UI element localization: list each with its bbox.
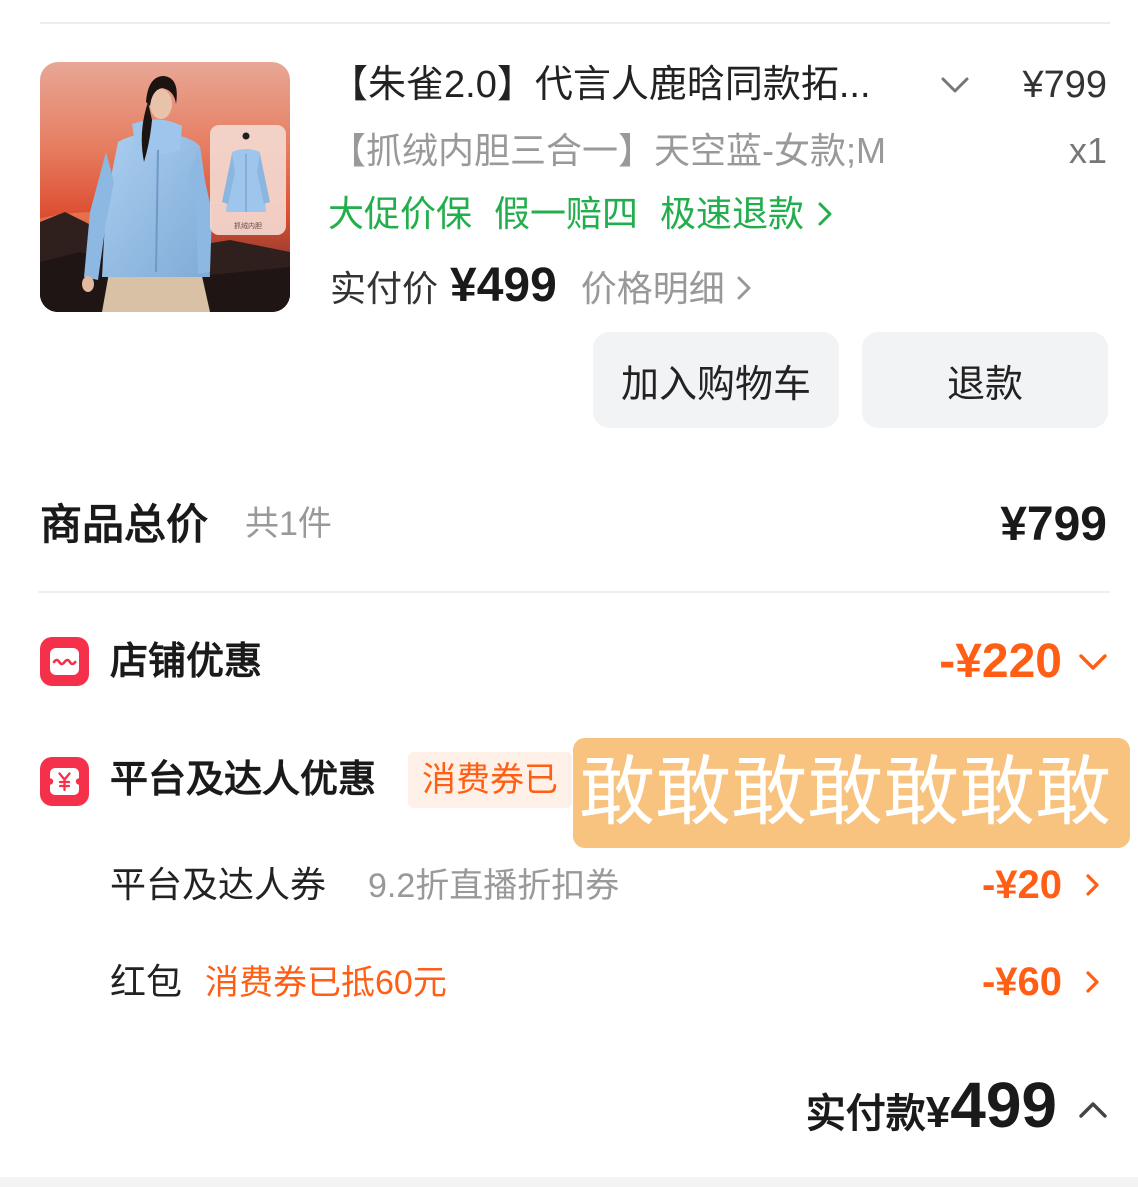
product-title[interactable]: 【朱雀2.0】代言人鹿晗同款拓... bbox=[330, 60, 922, 110]
total-price-value: ¥799 bbox=[1000, 498, 1107, 551]
chevron-right-icon bbox=[818, 202, 832, 226]
store-discount-label: 店铺优惠 bbox=[110, 641, 263, 683]
store-discount-toggle[interactable]: -¥220 bbox=[939, 632, 1107, 692]
chevron-right-icon bbox=[1086, 971, 1099, 993]
order-detail-page: 抓绒内胆 【朱雀2.0】代言人鹿晗同款拓... ¥799 【抓绒内胆三合一】天空… bbox=[0, 0, 1138, 1187]
red-packet-link[interactable]: -¥60 bbox=[982, 957, 1107, 1007]
product-image[interactable]: 抓绒内胆 bbox=[40, 62, 290, 312]
service-item: 假一赔四 bbox=[494, 193, 639, 234]
paid-price-row: 实付价 ¥499 价格明细 bbox=[330, 256, 753, 319]
chevron-right-icon[interactable] bbox=[735, 273, 753, 303]
refund-button[interactable]: 退款 bbox=[862, 332, 1108, 428]
platform-discount-label: 平台及达人优惠 bbox=[110, 759, 377, 801]
paid-price-label: 实付价 bbox=[330, 268, 439, 309]
total-price-label: 商品总价 bbox=[40, 501, 209, 548]
paid-price-value: ¥499 bbox=[450, 259, 557, 312]
platform-coupon-link[interactable]: -¥20 bbox=[982, 860, 1107, 910]
final-paid-label: 实付款 bbox=[805, 1092, 926, 1136]
voucher-badge: 消费券已 bbox=[408, 752, 572, 808]
red-packet-value: -¥60 bbox=[981, 960, 1062, 1004]
store-icon bbox=[40, 637, 89, 686]
final-paid-row[interactable]: 实付款 ¥ 499 bbox=[806, 1070, 1107, 1149]
summary-divider bbox=[38, 591, 1110, 593]
red-packet-desc: 消费券已抵60元 bbox=[205, 964, 447, 1002]
add-to-cart-button[interactable]: 加入购物车 bbox=[593, 332, 839, 428]
service-guarantees[interactable]: 大促价保 假一赔四 极速退款 bbox=[328, 189, 834, 239]
chevron-right-icon bbox=[1086, 874, 1099, 896]
product-quantity: x1 bbox=[1068, 130, 1107, 171]
chevron-up-icon[interactable] bbox=[1057, 1090, 1107, 1130]
inset-caption: 抓绒内胆 bbox=[234, 221, 262, 230]
product-sku: 【抓绒内胆三合一】天空蓝-女款;M bbox=[330, 130, 886, 171]
chevron-down-icon[interactable] bbox=[938, 70, 972, 100]
platform-coupon-value: -¥20 bbox=[981, 863, 1062, 907]
service-item: 极速退款 bbox=[660, 193, 805, 234]
product-photo: 抓绒内胆 bbox=[40, 62, 290, 312]
bottom-spacer bbox=[0, 1177, 1138, 1187]
store-discount-value: -¥220 bbox=[939, 635, 1062, 688]
final-paid-amount: 499 bbox=[950, 1069, 1057, 1141]
price-detail-link[interactable]: 价格明细 bbox=[581, 259, 725, 319]
red-packet-label: 红包 bbox=[110, 961, 183, 1002]
image-inset-card: 抓绒内胆 bbox=[210, 125, 286, 235]
overlay-sticker: 敢敢敢敢敢敢敢 bbox=[573, 738, 1130, 848]
platform-coupon-desc: 9.2折直播折扣券 bbox=[368, 867, 620, 905]
top-divider bbox=[40, 22, 1110, 24]
service-item: 大促价保 bbox=[328, 193, 473, 234]
final-paid-currency: ¥ bbox=[925, 1088, 951, 1137]
item-count: 共1件 bbox=[245, 505, 332, 543]
yuan-ticket-icon bbox=[40, 757, 89, 806]
chevron-down-icon bbox=[1079, 654, 1107, 670]
product-price: ¥799 bbox=[1022, 64, 1107, 106]
platform-coupon-label: 平台及达人券 bbox=[110, 864, 327, 905]
